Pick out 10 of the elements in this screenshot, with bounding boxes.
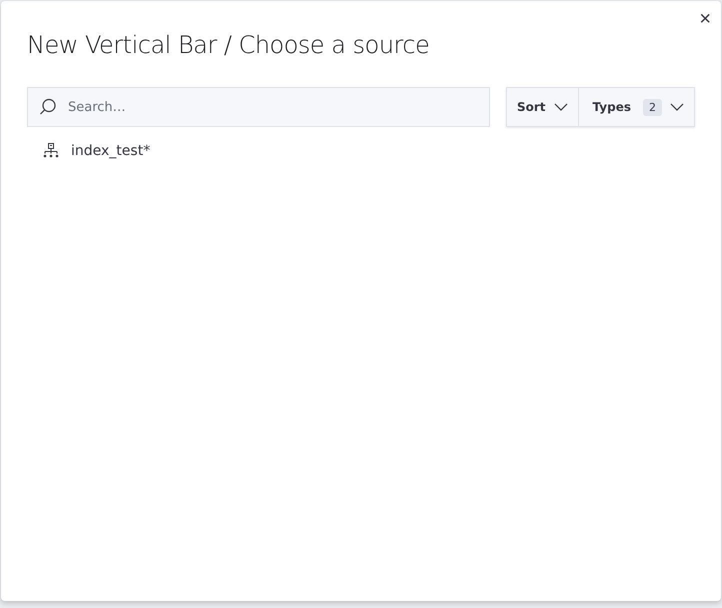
chevron-icon (670, 103, 684, 111)
index-pattern-icon (43, 143, 59, 159)
chevron-icon (554, 103, 568, 111)
search-field[interactable]: Search… (27, 87, 490, 127)
dialog-title: New Vertical Bar / Choose a source (27, 31, 430, 59)
count-badge: 2 (643, 98, 662, 116)
close-button[interactable]: × (699, 9, 711, 29)
sort-button[interactable]: Sort (506, 88, 578, 126)
types-button[interactable]: Types 2 (578, 88, 694, 126)
source-link[interactable]: index_test* (71, 143, 150, 159)
